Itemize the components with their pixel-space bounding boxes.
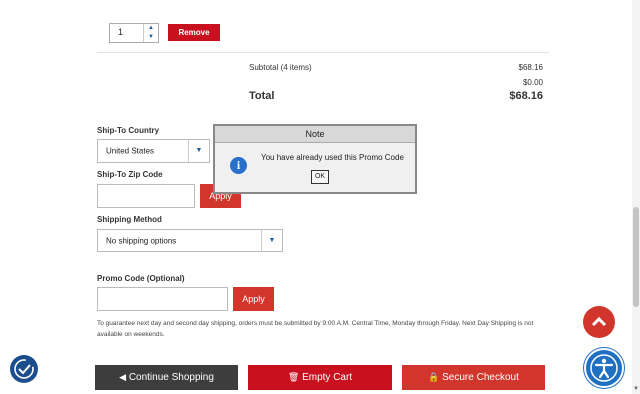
extra-value: $0.00 (522, 78, 543, 87)
dialog-title: Note (215, 126, 415, 143)
divider (97, 52, 549, 53)
shipping-method-select[interactable]: No shipping options ▼ (97, 229, 283, 252)
promo-apply-button[interactable]: Apply (233, 287, 274, 311)
accessibility-button[interactable] (584, 348, 624, 388)
country-value: United States (106, 146, 155, 156)
lock-icon: 🔒 (428, 372, 440, 382)
subtotal-label: Subtotal (4 items) (249, 63, 312, 72)
decrement-icon[interactable]: ▼ (144, 33, 158, 42)
quantity-stepper[interactable]: 1 ▲ ▼ (109, 23, 159, 43)
arrow-left-circle-icon: ◀ (119, 372, 127, 382)
subtotal-value: $68.16 (518, 63, 543, 72)
chevron-down-icon: ▼ (188, 140, 209, 162)
note-dialog: Note i You have already used this Promo … (213, 124, 417, 194)
country-label: Ship-To Country (97, 126, 160, 135)
back-to-top-button[interactable] (583, 306, 615, 338)
promo-input[interactable] (97, 287, 228, 311)
info-icon: i (230, 157, 247, 174)
continue-shopping-button[interactable]: ◀ Continue Shopping (95, 365, 238, 390)
empty-cart-label: Empty Cart (302, 372, 353, 383)
secure-checkout-label: Secure Checkout (442, 372, 519, 383)
chevron-up-icon (591, 316, 607, 327)
promo-label: Promo Code (Optional) (97, 274, 185, 283)
country-select[interactable]: United States ▼ (97, 139, 210, 163)
privacy-check-icon (14, 359, 34, 379)
dialog-message: You have already used this Promo Code (261, 153, 404, 162)
accessibility-icon (590, 354, 618, 382)
increment-icon[interactable]: ▲ (144, 24, 158, 33)
total-value: $68.16 (509, 90, 543, 102)
scrollbar-thumb[interactable] (633, 207, 639, 307)
continue-shopping-label: Continue Shopping (128, 372, 214, 383)
ok-button[interactable]: OK (311, 170, 329, 184)
shipping-method-label: Shipping Method (97, 215, 162, 224)
shipping-method-value: No shipping options (106, 236, 177, 245)
scroll-down-arrow-icon[interactable]: ▼ (632, 386, 640, 394)
shipping-note: To guarantee next day and second day shi… (97, 320, 534, 338)
quantity-value[interactable]: 1 (118, 27, 123, 37)
quantity-stepper-controls[interactable]: ▲ ▼ (143, 24, 158, 42)
zip-input[interactable] (97, 184, 195, 208)
chevron-down-icon: ▼ (261, 230, 282, 251)
empty-cart-button[interactable]: 🗑 Empty Cart (248, 365, 392, 390)
privacy-settings-button[interactable] (10, 355, 38, 383)
remove-button[interactable]: Remove (168, 24, 220, 41)
zip-label: Ship-To Zip Code (97, 170, 163, 179)
scrollbar-track[interactable] (632, 0, 640, 394)
trash-icon: 🗑 (287, 372, 300, 382)
secure-checkout-button[interactable]: 🔒 Secure Checkout (402, 365, 545, 390)
total-label: Total (249, 90, 275, 102)
